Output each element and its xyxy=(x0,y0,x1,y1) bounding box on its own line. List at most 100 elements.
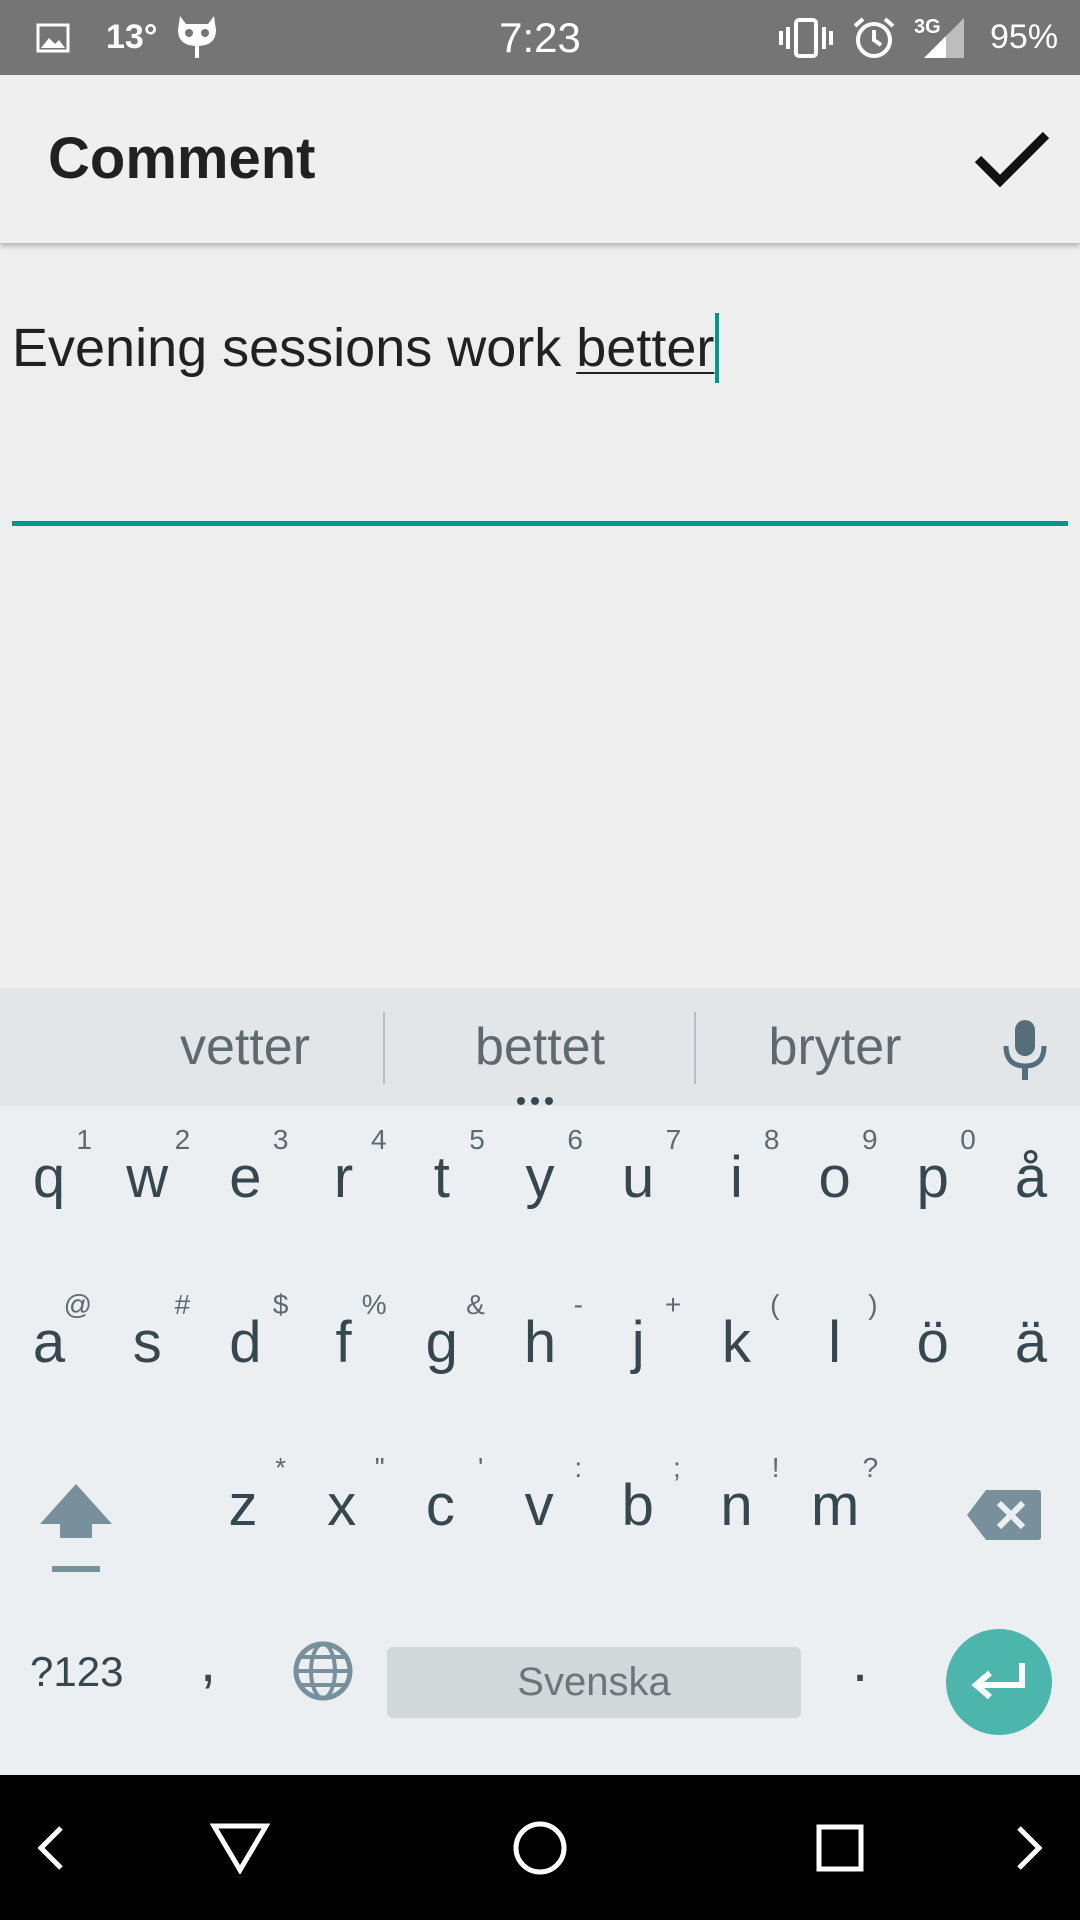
comma-key[interactable]: , xyxy=(200,1628,216,1695)
key-j[interactable]: j + xyxy=(589,1271,687,1391)
shift-icon xyxy=(40,1484,112,1572)
key-b[interactable]: b; xyxy=(589,1434,687,1554)
page-title: Comment xyxy=(48,126,316,191)
soft-keyboard: vetter bettet bryter q1w2e3r4t5y6u7i8o9p… xyxy=(0,988,1080,1775)
key-g[interactable]: g & xyxy=(393,1271,491,1391)
input-underline xyxy=(12,521,1068,526)
key-m[interactable]: m? xyxy=(786,1434,884,1554)
comment-input[interactable]: Evening sessions work better xyxy=(12,313,1068,413)
key-y[interactable]: y6 xyxy=(491,1106,589,1226)
app-bar: Comment xyxy=(0,75,1080,243)
key-k[interactable]: k( xyxy=(687,1271,785,1391)
key-v[interactable]: v: xyxy=(490,1434,588,1554)
key-label: å xyxy=(1014,1145,1048,1210)
comment-text: Evening sessions work xyxy=(12,318,577,378)
key-p[interactable]: p0 xyxy=(884,1106,982,1226)
language-switch-key[interactable] xyxy=(292,1640,354,1702)
check-icon xyxy=(974,131,1050,188)
confirm-button[interactable] xyxy=(972,119,1052,199)
comment-area: Evening sessions work better xyxy=(0,243,1080,988)
key-z[interactable]: z * xyxy=(194,1434,292,1554)
more-suggestions-indicator xyxy=(517,1092,563,1105)
suggestion-divider xyxy=(694,1012,696,1084)
key-hint: ) xyxy=(868,1289,878,1320)
key-n[interactable]: n! xyxy=(688,1434,786,1554)
key-u[interactable]: u7 xyxy=(589,1106,687,1226)
key-s[interactable]: s # xyxy=(98,1271,196,1391)
navigation-bar xyxy=(0,1775,1080,1920)
symbols-key[interactable]: ?123 xyxy=(30,1648,123,1696)
key-l[interactable]: l) xyxy=(786,1271,884,1391)
enter-key[interactable] xyxy=(946,1629,1052,1735)
chevron-right-icon[interactable] xyxy=(1000,1775,1060,1920)
key-hint: 4 xyxy=(371,1124,387,1155)
key-a[interactable]: a @ xyxy=(0,1271,98,1391)
key-hint: @ xyxy=(63,1289,92,1320)
key-å[interactable]: å xyxy=(982,1106,1080,1226)
key-hint: 2 xyxy=(174,1124,191,1155)
key-t[interactable]: t5 xyxy=(393,1106,491,1226)
status-bar: 13° 7:23 3G 95% xyxy=(0,0,1080,75)
key-hint: & xyxy=(466,1289,485,1320)
key-hint: 1 xyxy=(76,1124,92,1155)
key-d[interactable]: d $ xyxy=(196,1271,294,1391)
key-hint: 9 xyxy=(862,1124,878,1155)
key-h[interactable]: h- xyxy=(491,1271,589,1391)
key-r[interactable]: r4 xyxy=(295,1106,393,1226)
key-ö[interactable]: ö xyxy=(884,1271,982,1391)
key-hint: 7 xyxy=(665,1124,682,1155)
suggestion-1[interactable]: vetter xyxy=(140,988,350,1106)
key-hint: - xyxy=(573,1289,583,1320)
suggestion-divider xyxy=(383,1012,385,1084)
key-label: ä xyxy=(1014,1310,1048,1375)
key-w[interactable]: w2 xyxy=(98,1106,196,1226)
key-o[interactable]: o9 xyxy=(786,1106,884,1226)
key-hint: 6 xyxy=(567,1124,583,1155)
spacebar[interactable]: Svenska xyxy=(387,1647,801,1718)
key-hint: ( xyxy=(770,1289,780,1320)
chevron-left-icon[interactable] xyxy=(20,1775,80,1920)
key-hint: % xyxy=(361,1289,387,1320)
battery-level: 95% xyxy=(990,18,1059,56)
shift-key[interactable] xyxy=(36,1482,116,1578)
key-e[interactable]: e3 xyxy=(196,1106,294,1226)
key-c[interactable]: c ' xyxy=(391,1434,489,1554)
home-icon[interactable] xyxy=(500,1775,580,1920)
key-hint: 8 xyxy=(763,1124,780,1155)
key-f[interactable]: f% xyxy=(295,1271,393,1391)
key-label: c xyxy=(425,1473,455,1538)
suggestion-2[interactable]: bettet xyxy=(425,988,655,1106)
key-hint: ; xyxy=(673,1452,681,1483)
key-hint: 5 xyxy=(469,1124,485,1155)
globe-icon xyxy=(293,1641,353,1701)
key-hint: " xyxy=(374,1452,385,1483)
key-x[interactable]: x " xyxy=(293,1434,391,1554)
key-i[interactable]: i8 xyxy=(687,1106,785,1226)
period-key[interactable]: . xyxy=(852,1628,868,1695)
key-hint: + xyxy=(664,1289,682,1320)
suggestion-3[interactable]: bryter xyxy=(730,988,940,1106)
key-hint: ! xyxy=(771,1452,780,1483)
recents-icon[interactable] xyxy=(800,1775,880,1920)
key-hint: * xyxy=(275,1452,286,1483)
key-label: ö xyxy=(916,1310,949,1375)
vibrate-icon xyxy=(778,0,834,75)
backspace-icon xyxy=(967,1490,1041,1540)
key-hint: 3 xyxy=(272,1124,289,1155)
key-hint: $ xyxy=(272,1289,289,1320)
key-hint: 0 xyxy=(960,1124,976,1155)
microphone-icon[interactable] xyxy=(1000,1018,1050,1082)
back-icon[interactable] xyxy=(200,1775,280,1920)
key-hint: # xyxy=(174,1289,191,1320)
suggestion-strip: vetter bettet bryter xyxy=(0,988,1080,1106)
key-hint: ' xyxy=(478,1452,484,1483)
key-hint: : xyxy=(574,1452,583,1483)
enter-icon xyxy=(971,1663,1025,1700)
text-caret xyxy=(715,313,720,383)
composing-word: better xyxy=(576,318,715,378)
backspace-key[interactable] xyxy=(966,1488,1042,1542)
key-q[interactable]: q1 xyxy=(0,1106,98,1226)
key-hint: ? xyxy=(862,1452,879,1483)
signal-icon xyxy=(922,0,966,75)
key-ä[interactable]: ä xyxy=(982,1271,1080,1391)
